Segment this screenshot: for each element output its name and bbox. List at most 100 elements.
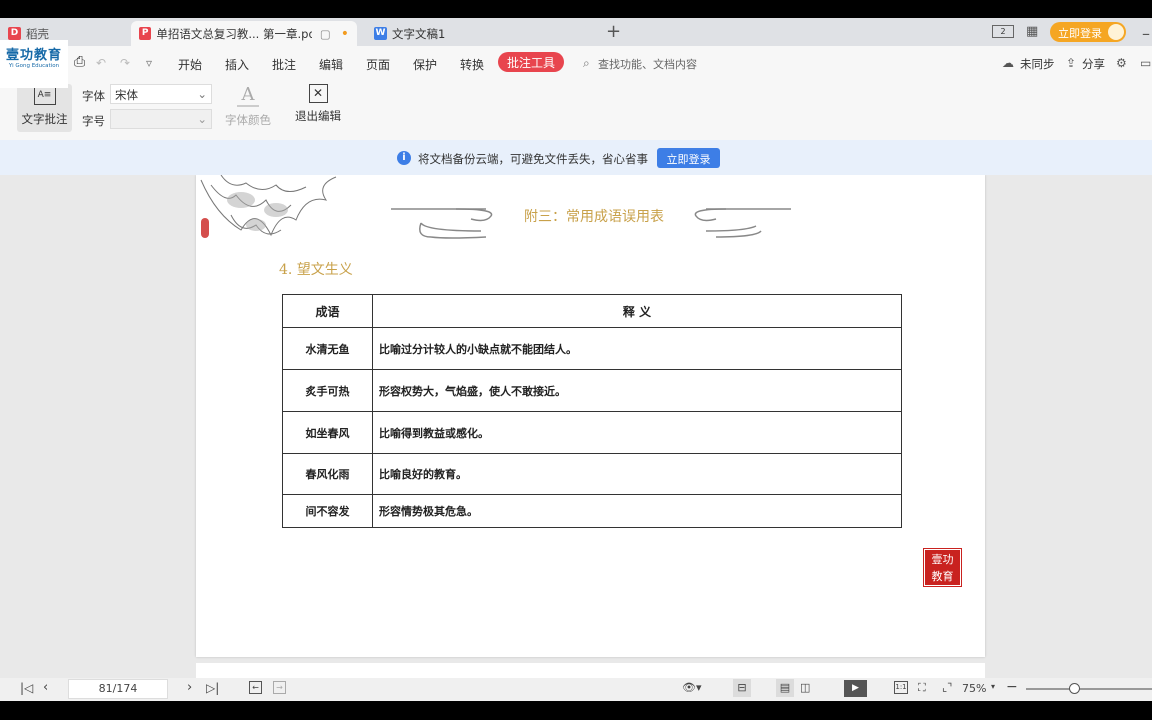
idiom-cell: 春风化雨 [282, 453, 373, 495]
tab-pdf-document[interactable]: P 单招语文总复习教... 第一章.pdf ▢ • [131, 21, 357, 46]
table-row: 水清无鱼 比喻过分计较人的小缺点就不能团结人。 [282, 327, 902, 370]
logo-en: Yi Gong Education [8, 63, 60, 69]
menu-annotate[interactable]: 批注 [272, 56, 296, 73]
menu-start[interactable]: 开始 [178, 56, 202, 73]
share-icon: ⇪ [1066, 56, 1077, 70]
unsaved-dot-icon: • [340, 25, 349, 42]
layout-2-icon[interactable]: 2 [992, 25, 1014, 38]
search-icon: ⌕ [583, 56, 590, 70]
tab-word-document[interactable]: W 文字文稿1 [366, 21, 586, 46]
print-icon[interactable]: ⎙ [74, 54, 85, 70]
zoom-slider-handle[interactable] [1069, 683, 1080, 694]
zoom-slider[interactable] [1026, 683, 1152, 694]
cloud-backup-banner: i 将文档备份云端，可避免文件丢失，省心省事 立即登录 [0, 140, 1152, 175]
meaning-cell: 比喻良好的教育。 [372, 453, 902, 495]
zoom-out-icon[interactable]: − [1006, 679, 1018, 695]
sync-status[interactable]: 未同步 [1020, 56, 1055, 72]
prev-page-icon[interactable]: ‹ [43, 680, 48, 695]
text-annotation-button[interactable]: A≡ 文字批注 [17, 84, 72, 132]
fit-left-icon[interactable]: ← [249, 681, 262, 694]
red-seal-stamp: 壹功 教育 [923, 548, 962, 587]
meaning-cell: 形容情势极其危急。 [372, 494, 902, 528]
next-page-icon[interactable]: › [187, 680, 192, 695]
ribbon-toolbar: A≡ 文字批注 字体 宋体 ⌄ 字号 ⌄ A 字体颜色 ✕ 退出编辑 [0, 80, 1152, 140]
font-label: 字体 [82, 89, 105, 103]
idiom-cell: 如坐春风 [282, 411, 373, 454]
zoom-dropdown-icon[interactable]: ▾ [991, 682, 995, 691]
word-file-icon: W [374, 27, 387, 40]
search-function-input[interactable]: 查找功能、文档内容 [598, 56, 697, 72]
info-icon: i [397, 151, 411, 165]
seal-text: 壹功 教育 [931, 553, 954, 583]
avatar [1108, 24, 1124, 40]
wps-window: D 稻壳 P 单招语文总复习教... 第一章.pdf ▢ • W 文字文稿1 +… [0, 18, 1152, 701]
annotation-tools-tab[interactable]: 批注工具 [498, 52, 565, 72]
page-number-input[interactable]: 81/174 [68, 679, 168, 699]
meaning-cell: 形容权势大，气焰盛，使人不敢接近。 [372, 369, 902, 412]
double-page-icon[interactable]: ◫ [800, 681, 810, 694]
fit-right-icon[interactable]: → [273, 681, 286, 694]
login-label: 立即登录 [1058, 27, 1102, 40]
undo-icon[interactable]: ↶ [96, 56, 106, 70]
size-select[interactable]: ⌄ [110, 109, 212, 129]
table-row: 春风化雨 比喻良好的教育。 [282, 453, 902, 495]
settings-icon[interactable]: ⚙ [1116, 56, 1127, 70]
document-workspace[interactable]: 附三：常用成语误用表 4. 望文生义 成语 释 义 水清无鱼 比喻过分计较人的小… [0, 175, 1152, 678]
size-label: 字号 [82, 114, 105, 128]
first-page-icon[interactable]: |◁ [20, 681, 33, 695]
menu-page[interactable]: 页面 [366, 56, 390, 73]
fit-width-icon[interactable]: ⌞⌝ [942, 681, 952, 694]
header-idiom: 成语 [282, 294, 373, 328]
zoom-level[interactable]: 75% [962, 682, 986, 695]
idiom-table: 成语 释 义 水清无鱼 比喻过分计较人的小缺点就不能团结人。 炙手可热 形容权势… [282, 294, 902, 528]
single-page-icon[interactable]: ▤ [776, 679, 794, 697]
banner-login-button[interactable]: 立即登录 [657, 148, 720, 168]
menu-convert[interactable]: 转换 [460, 56, 484, 73]
font-select[interactable]: 宋体 ⌄ [110, 84, 212, 104]
text-annotation-icon: A≡ [33, 87, 56, 105]
header-meaning: 释 义 [372, 294, 902, 328]
share-button[interactable]: 分享 [1082, 56, 1105, 72]
grid-apps-icon[interactable]: ▦ [1026, 24, 1038, 39]
table-header-row: 成语 释 义 [282, 294, 902, 328]
menu-edit[interactable]: 编辑 [319, 56, 343, 73]
font-color-label: 字体颜色 [225, 113, 271, 127]
new-tab-button[interactable]: + [606, 21, 621, 42]
menu-protect[interactable]: 保护 [413, 56, 437, 73]
pdf-file-icon: P [139, 27, 152, 40]
menu-insert[interactable]: 插入 [225, 56, 249, 73]
section-title: 4. 望文生义 [279, 262, 353, 278]
exit-edit-button[interactable]: ✕ 退出编辑 [292, 84, 344, 124]
idiom-cell: 间不容发 [282, 494, 373, 528]
play-slideshow-icon[interactable]: ▶ [844, 680, 867, 697]
doc-header-title: 附三：常用成语误用表 [524, 209, 664, 225]
font-color-icon: A [237, 84, 259, 107]
redo-icon[interactable]: ↷ [120, 56, 130, 70]
eye-protection-icon[interactable]: 👁▾ [682, 681, 702, 694]
continuous-scroll-icon[interactable]: ⊟ [733, 679, 751, 697]
font-color-button[interactable]: A 字体颜色 [220, 84, 276, 128]
small-seal-mark [201, 218, 209, 238]
daoke-icon: D [8, 27, 21, 40]
meaning-cell: 比喻得到教益或感化。 [372, 411, 902, 454]
banner-text: 将文档备份云端，可避免文件丢失，省心省事 [418, 152, 648, 166]
text-annotation-label: 文字批注 [21, 112, 68, 126]
minimize-icon[interactable]: – [1142, 24, 1150, 43]
chevron-down-icon: ⌄ [197, 112, 207, 126]
login-button[interactable]: 立即登录 [1050, 22, 1126, 42]
close-box-icon: ✕ [308, 84, 328, 103]
table-row: 炙手可热 形容权势大，气焰盛，使人不敢接近。 [282, 369, 902, 412]
actual-size-icon[interactable]: 1:1 [894, 681, 908, 694]
fit-page-icon[interactable]: ⛶ [918, 681, 926, 695]
comment-icon[interactable]: ▭ [1140, 56, 1151, 70]
quick-access-dropdown-icon[interactable]: ▿ [146, 56, 152, 70]
window-icon[interactable]: ▢ [320, 27, 331, 41]
idiom-cell: 炙手可热 [282, 369, 373, 412]
tab-label: 文字文稿1 [392, 26, 446, 41]
table-row: 间不容发 形容情势极其危急。 [282, 494, 902, 528]
font-value: 宋体 [115, 88, 138, 102]
last-page-icon[interactable]: ▷| [206, 681, 219, 695]
chevron-down-icon: ⌄ [197, 87, 207, 101]
peony-flower-decoration [200, 175, 337, 237]
cloud-sync-icon: ☁ [1002, 56, 1014, 70]
